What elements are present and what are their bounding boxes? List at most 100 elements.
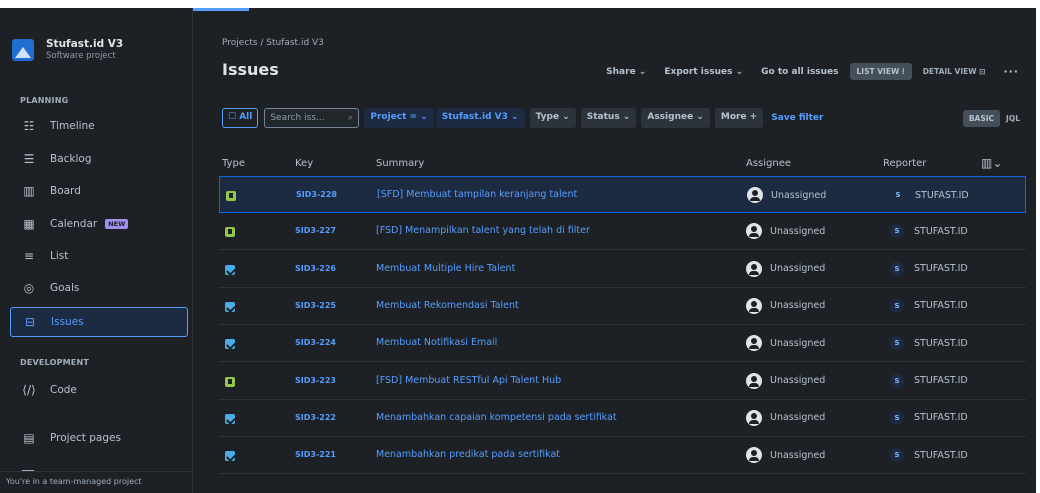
table-row[interactable]: SID3-225 Membuat Rekomendasi Talent Unassi… xyxy=(219,288,1026,325)
reporter-cell: S STUFAST.ID xyxy=(890,373,968,388)
assignee-cell[interactable]: Unassigned xyxy=(746,447,825,464)
assignee-name: Unassigned xyxy=(770,337,826,349)
issue-key-link[interactable]: SID3-223 xyxy=(295,376,336,385)
avatar-icon xyxy=(747,187,763,203)
avatar-icon xyxy=(746,372,762,389)
issue-summary-link[interactable]: [SFD] Membuat tampilan keranjang talent xyxy=(377,189,577,200)
main-content: Projects / Stufast.id V3 Issues Share ⌄ … xyxy=(209,8,1036,493)
sidebar-item-label: List xyxy=(50,250,69,262)
jql-search-toggle[interactable]: JQL xyxy=(1000,110,1026,127)
code-icon: ⟨/⟩ xyxy=(22,383,36,397)
column-config-icon[interactable]: ▥⌄ xyxy=(981,156,1002,170)
issue-key-link[interactable]: SID3-221 xyxy=(295,450,336,459)
avatar-icon xyxy=(746,409,762,426)
more-filters-button[interactable]: More + xyxy=(714,108,764,128)
save-filter-button[interactable]: Save filter xyxy=(771,113,823,123)
sidebar-item-timeline[interactable]: ☷ Timeline xyxy=(10,111,188,141)
sidebar-item-backlog[interactable]: ☰ Backlog xyxy=(10,144,188,174)
assignee-filter[interactable]: Assignee ⌄ xyxy=(641,108,710,128)
breadcrumb[interactable]: Projects / Stufast.id V3 xyxy=(222,38,324,48)
sidebar-item-label: Project pages xyxy=(50,432,121,444)
avatar-icon xyxy=(746,223,762,240)
task-type-icon xyxy=(225,264,235,275)
reporter-avatar-icon: S xyxy=(890,224,904,239)
project-logo-icon xyxy=(12,38,34,61)
issue-key-link[interactable]: SID3-225 xyxy=(295,301,336,310)
project-filter-value[interactable]: Stufast.id V3 ⌄ xyxy=(435,108,525,128)
reporter-name: STUFAST.ID xyxy=(914,300,968,312)
story-type-icon xyxy=(225,227,235,238)
table-row[interactable]: SID3-228 [SFD] Membuat tampilan keranjang… xyxy=(219,176,1026,213)
calendar-icon: ▦ xyxy=(23,217,35,231)
issue-key-link[interactable]: SID3-222 xyxy=(295,413,336,422)
table-row[interactable]: SID3-224 Membuat Notifikasi Email Unassign… xyxy=(219,325,1026,363)
detail-view-toggle[interactable]: DETAIL VIEW ⊡ xyxy=(916,63,993,80)
issue-summary-link[interactable]: Membuat Notifikasi Email xyxy=(376,337,497,348)
issue-summary-link[interactable]: [FSD] Membuat RESTful Api Talent Hub xyxy=(376,375,561,386)
list-view-toggle[interactable]: LIST VIEW ⁝ xyxy=(849,63,912,80)
select-all-checkbox[interactable]: ☐ All xyxy=(222,108,259,128)
column-summary[interactable]: Summary xyxy=(376,158,424,169)
more-actions-button[interactable]: ··· xyxy=(996,61,1026,82)
assignee-cell[interactable]: Unassigned xyxy=(747,187,826,203)
assignee-cell[interactable]: Unassigned xyxy=(746,260,825,277)
project-filter-operator[interactable]: Project = ⌄ xyxy=(364,108,434,128)
team-managed-note: You're in a team-managed project xyxy=(0,471,193,493)
section-development: DEVELOPMENT xyxy=(20,358,90,367)
reporter-name: STUFAST.ID xyxy=(914,449,968,461)
table-row[interactable]: SID3-223 [FSD] Membuat RESTful Api Talent… xyxy=(219,363,1026,400)
export-issues-button[interactable]: Export issues ⌄ xyxy=(657,63,750,81)
issue-summary-link[interactable]: Menambahkan predikat pada sertifikat xyxy=(376,449,560,460)
new-badge: NEW xyxy=(105,219,129,229)
issue-summary-link[interactable]: Membuat Multiple Hire Talent xyxy=(376,263,515,274)
assignee-name: Unassigned xyxy=(770,225,826,237)
table-row[interactable]: SID3-227 [FSD] Menampilkan talent yang te… xyxy=(219,213,1026,251)
assignee-cell[interactable]: Unassigned xyxy=(746,372,826,389)
sidebar-item-list[interactable]: ≡ List xyxy=(10,241,188,271)
sidebar-item-label: Board xyxy=(50,185,81,197)
share-button[interactable]: Share ⌄ xyxy=(599,63,653,81)
list-icon: ≡ xyxy=(23,249,35,263)
type-filter[interactable]: Type ⌄ xyxy=(529,108,576,128)
reporter-name: STUFAST.ID xyxy=(915,189,969,201)
reporter-avatar-icon: S xyxy=(890,410,904,425)
sidebar-item-label: Code xyxy=(50,384,77,396)
assignee-cell[interactable]: Unassigned xyxy=(746,297,826,314)
assignee-cell[interactable]: Unassigned xyxy=(746,335,826,352)
task-type-icon xyxy=(225,451,235,462)
sidebar-item-label: Issues xyxy=(51,316,84,328)
sidebar-item-issues[interactable]: ⊟ Issues xyxy=(10,307,188,337)
assignee-name: Unassigned xyxy=(770,300,826,312)
issue-summary-link[interactable]: Membuat Rekomendasi Talent xyxy=(376,300,519,311)
issue-key-link[interactable]: SID3-228 xyxy=(296,190,337,199)
assignee-cell[interactable]: Unassigned xyxy=(746,409,825,426)
column-reporter[interactable]: Reporter xyxy=(883,158,926,169)
reporter-cell: S STUFAST.ID xyxy=(890,336,968,351)
sidebar-item-goals[interactable]: ◎ Goals xyxy=(10,273,188,303)
search-input[interactable]: Search iss... ⌕ xyxy=(264,108,360,128)
column-assignee[interactable]: Assignee xyxy=(746,158,791,169)
table-row[interactable]: SID3-226 Membuat Multiple Hire Talent Unas… xyxy=(219,251,1026,288)
project-header[interactable]: Stufast.id V3 Software project xyxy=(12,38,123,61)
table-row[interactable]: SID3-222 Menambahkan capaian kompetensi p… xyxy=(219,400,1026,437)
issue-key-link[interactable]: SID3-224 xyxy=(295,338,336,347)
sidebar-item-calendar[interactable]: ▦ Calendar NEW xyxy=(10,209,188,239)
avatar-icon xyxy=(746,335,762,352)
assignee-name: Unassigned xyxy=(770,375,826,386)
column-type[interactable]: Type xyxy=(222,158,245,169)
assignee-cell[interactable]: Unassigned xyxy=(746,223,826,240)
sidebar-item-code[interactable]: ⟨/⟩ Code xyxy=(10,375,188,405)
issue-key-link[interactable]: SID3-227 xyxy=(295,226,336,235)
reporter-cell: S STUFAST.ID xyxy=(890,410,968,425)
issue-key-link[interactable]: SID3-226 xyxy=(295,264,336,273)
sidebar-item-board[interactable]: ▥ Board xyxy=(10,176,188,206)
story-type-icon xyxy=(225,376,235,387)
issue-summary-link[interactable]: Menambahkan capaian kompetensi pada sert… xyxy=(376,412,617,423)
column-key[interactable]: Key xyxy=(295,158,313,169)
issue-summary-link[interactable]: [FSD] Menampilkan talent yang telah di f… xyxy=(376,225,590,236)
status-filter[interactable]: Status ⌄ xyxy=(580,108,637,128)
basic-search-toggle[interactable]: BASIC xyxy=(962,109,1001,127)
sidebar-item-project-pages[interactable]: ▤ Project pages xyxy=(10,423,188,453)
go-to-all-issues-button[interactable]: Go to all issues xyxy=(754,63,845,81)
table-row[interactable]: SID3-221 Menambahkan predikat pada sertif… xyxy=(219,437,1026,475)
